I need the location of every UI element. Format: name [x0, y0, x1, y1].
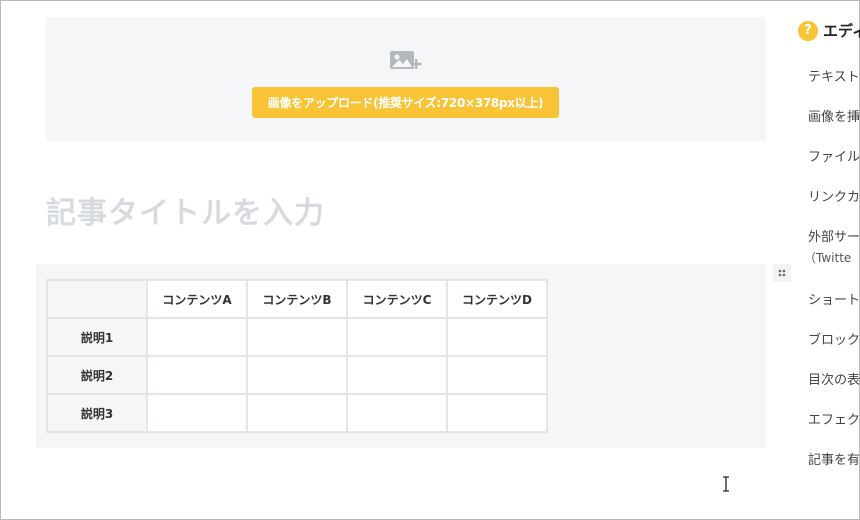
- help-item[interactable]: 画像を挿: [808, 106, 860, 125]
- help-item-label: エフェク: [808, 413, 860, 428]
- help-item-label: テキスト: [808, 70, 860, 85]
- table-cell[interactable]: [446, 355, 548, 395]
- help-item-label: ファイル: [808, 150, 860, 165]
- help-item-label: 画像を挿: [808, 110, 860, 125]
- table-cell[interactable]: [146, 317, 248, 357]
- image-upload-area[interactable]: 画像をアップロード(推奨サイズ:720×378px以上): [46, 17, 766, 141]
- table-cell[interactable]: [346, 317, 448, 357]
- help-item-label: ブロック: [808, 333, 860, 348]
- help-panel-title-text: エディ: [823, 22, 860, 40]
- help-item[interactable]: エフェク: [808, 409, 860, 428]
- table-cell[interactable]: [146, 393, 248, 433]
- drag-handle-icon[interactable]: [773, 264, 791, 282]
- table-cell[interactable]: [446, 393, 548, 433]
- table-column-header[interactable]: コンテンツB: [246, 279, 348, 319]
- table-cell[interactable]: [246, 393, 348, 433]
- table-cell[interactable]: [246, 317, 348, 357]
- help-item-sublabel: （Twitte: [804, 251, 852, 265]
- table-row-header[interactable]: 説明2: [46, 355, 148, 395]
- help-item-label: 記事を有: [808, 453, 860, 468]
- table-cell[interactable]: [146, 355, 248, 395]
- text-cursor-icon: [723, 476, 729, 492]
- table-row-header[interactable]: 説明3: [46, 393, 148, 433]
- table-cell[interactable]: [246, 355, 348, 395]
- table-cell[interactable]: [346, 355, 448, 395]
- table-column-header[interactable]: コンテンツD: [446, 279, 548, 319]
- help-item[interactable]: 目次の表: [808, 369, 860, 388]
- table-cell[interactable]: [346, 393, 448, 433]
- help-item[interactable]: 記事を有: [808, 449, 860, 468]
- help-item-label: リンクカ: [808, 190, 860, 205]
- help-item[interactable]: ブロック: [808, 329, 860, 348]
- table-cell[interactable]: [446, 317, 548, 357]
- help-item-label: ショート: [808, 293, 860, 308]
- table-header-row: コンテンツA コンテンツB コンテンツC コンテンツD: [46, 279, 548, 319]
- table-row: 説明2: [46, 355, 548, 395]
- help-panel-title: ? エディ: [798, 20, 860, 41]
- table-column-header[interactable]: コンテンツC: [346, 279, 448, 319]
- article-title-input[interactable]: 記事タイトルを入力: [46, 188, 766, 234]
- help-item[interactable]: ショート: [808, 289, 860, 308]
- help-item[interactable]: 外部サー （Twitte: [804, 226, 860, 266]
- help-item[interactable]: テキスト: [808, 66, 860, 85]
- help-item[interactable]: リンクカ: [808, 186, 860, 205]
- content-table: コンテンツA コンテンツB コンテンツC コンテンツD 説明1 説明2 説明3: [46, 279, 548, 433]
- table-row: 説明1: [46, 317, 548, 357]
- table-column-header[interactable]: コンテンツA: [146, 279, 248, 319]
- question-icon: ?: [798, 20, 818, 41]
- table-row: 説明3: [46, 393, 548, 433]
- help-item-label: 目次の表: [808, 373, 860, 388]
- table-corner-cell[interactable]: [46, 279, 148, 319]
- table-row-header[interactable]: 説明1: [46, 317, 148, 357]
- editor-help-panel: ? エディ テキスト 画像を挿 ファイル リンクカ 外部サー （Twitte シ…: [796, 17, 860, 497]
- upload-image-button[interactable]: 画像をアップロード(推奨サイズ:720×378px以上): [252, 87, 559, 118]
- add-image-icon[interactable]: [389, 49, 423, 73]
- help-item-label: 外部サー: [808, 230, 860, 245]
- help-item[interactable]: ファイル: [808, 146, 860, 165]
